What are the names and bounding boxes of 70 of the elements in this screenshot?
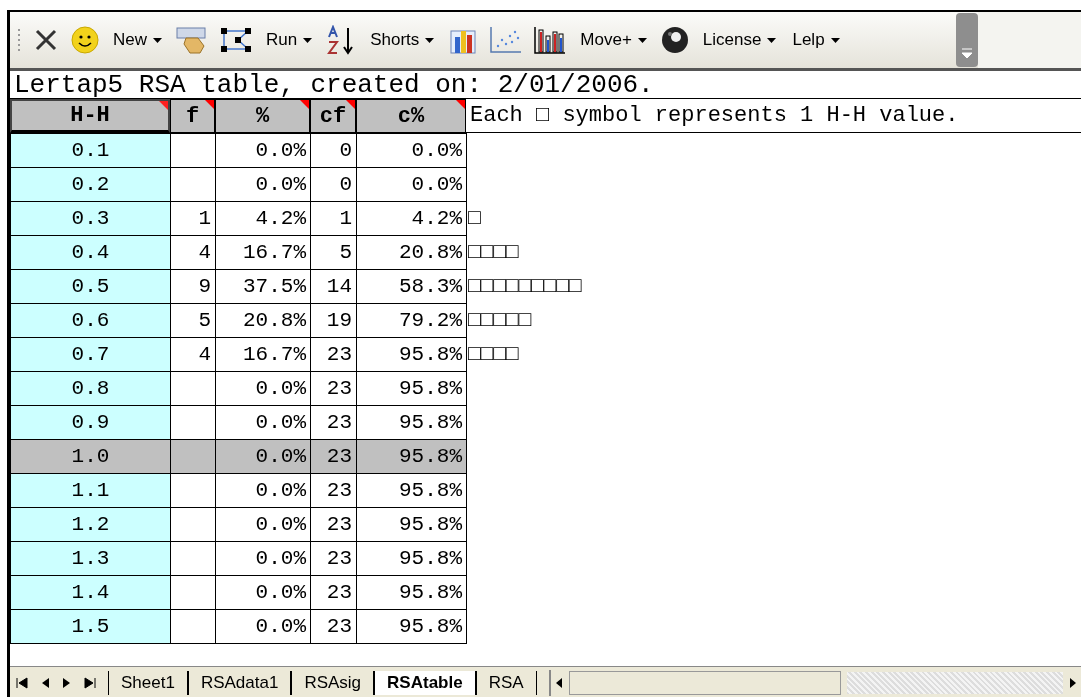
table-cell: 0.3: [10, 201, 171, 236]
table-cell: 0.2: [10, 167, 171, 202]
menu-button[interactable]: New: [111, 30, 164, 50]
previous-sheet-icon[interactable]: [40, 677, 50, 689]
column-header[interactable]: f: [170, 99, 215, 133]
menu-button[interactable]: License: [700, 30, 779, 50]
sheet-tab[interactable]: RSAdata1: [187, 671, 292, 695]
histogram-icon[interactable]: [534, 26, 567, 54]
sheet-tab[interactable]: Sheet1: [108, 671, 188, 695]
first-sheet-icon[interactable]: [16, 677, 28, 689]
close-icon[interactable]: [33, 27, 59, 53]
menu-button[interactable]: Run: [264, 30, 315, 50]
legend-text: Each □ symbol represents 1 H-H value.: [470, 103, 959, 128]
table-cell: 1.5: [10, 609, 171, 644]
table-cell: [170, 439, 216, 474]
grip-icon: [18, 29, 21, 51]
scroll-left-icon[interactable]: [554, 677, 563, 689]
sheet-title: Lertap5 RSA table, created on: 2/01/2006.: [13, 71, 654, 100]
table-cell: 1.0: [10, 439, 171, 474]
scroll-right-icon[interactable]: [1069, 677, 1077, 689]
caret-icon: [303, 37, 313, 43]
menu-button[interactable]: Shorts: [368, 30, 437, 50]
smiley-icon[interactable]: [71, 26, 99, 54]
next-sheet-icon[interactable]: [62, 677, 72, 689]
caret-icon: [637, 37, 647, 43]
table-cell: 1.2: [10, 507, 171, 542]
column-header[interactable]: %: [215, 99, 310, 133]
table-cell: 0.0%: [215, 439, 311, 474]
last-sheet-icon[interactable]: [84, 677, 96, 689]
table-cell: 1.1: [10, 473, 171, 508]
table-cell: 23: [310, 439, 357, 474]
sheet-tab[interactable]: RSA: [475, 671, 537, 695]
menu-button[interactable]: Move+: [578, 30, 649, 50]
scroll-thumb[interactable]: [568, 671, 841, 695]
comment-marker-icon: [159, 101, 168, 110]
sheet-tab[interactable]: RSAsig: [291, 671, 375, 695]
table-cell: 0.0%: [356, 133, 467, 168]
frequency-symbols: □□□□□□□□□: [468, 274, 582, 298]
comment-marker-icon: [205, 100, 214, 109]
caret-icon: [767, 37, 777, 43]
toolbar-options-icon[interactable]: [956, 13, 978, 67]
sheet-tab[interactable]: RSAtable: [374, 671, 476, 695]
caret-icon: [830, 37, 840, 43]
table-cell: 95.8%: [356, 439, 467, 474]
table-cell: 0.5: [10, 269, 171, 304]
caret-icon: [425, 37, 435, 43]
polygon-icon[interactable]: [220, 27, 252, 53]
menu-button[interactable]: Lelp: [790, 30, 842, 50]
table-cell: 0.7: [10, 337, 171, 372]
frequency-symbols: □□□□: [468, 240, 519, 264]
table-cell: 95.8%: [356, 609, 467, 644]
column-header[interactable]: c%: [356, 99, 466, 133]
column-header[interactable]: cf: [310, 99, 356, 133]
eight-ball-icon[interactable]: [660, 26, 689, 54]
comment-marker-icon: [346, 100, 355, 109]
table-cell: 1.3: [10, 541, 171, 576]
frequency-symbols: □: [468, 206, 481, 230]
table-cell: 1.4: [10, 575, 171, 610]
comment-marker-icon: [456, 100, 465, 109]
table-cell: 0.1: [10, 133, 171, 168]
table-cell: 0.9: [10, 405, 171, 440]
caret-icon: [153, 37, 162, 43]
table-cell: 0.6: [10, 303, 171, 338]
table-cell: 0.4: [10, 235, 171, 270]
table-cell: 0.8: [10, 371, 171, 406]
scatter-plot-icon[interactable]: [490, 26, 523, 54]
column-header[interactable]: H-H: [10, 99, 170, 133]
comment-marker-icon: [300, 100, 309, 109]
frequency-symbols: □□□□: [468, 342, 519, 366]
frequency-symbols: □□□□□: [468, 308, 531, 332]
